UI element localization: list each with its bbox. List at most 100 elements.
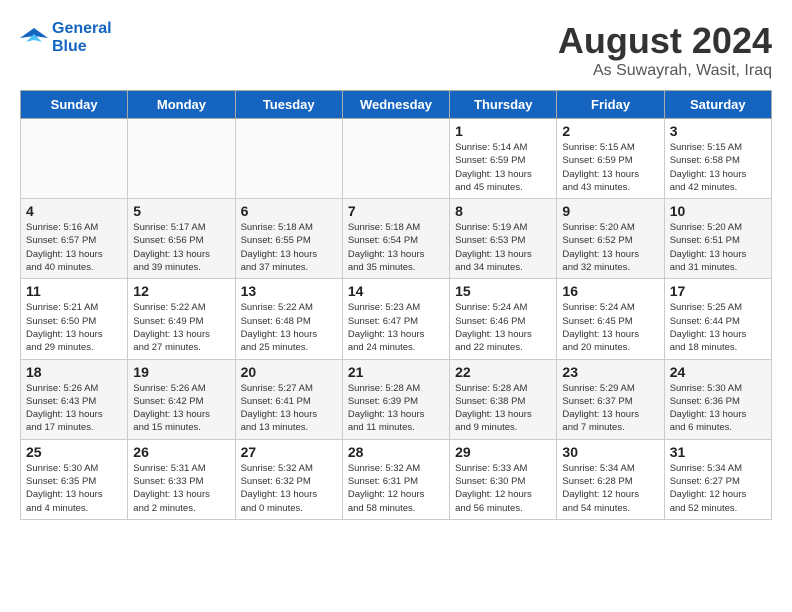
day-number: 24 [670, 364, 766, 380]
calendar-cell: 16 Sunrise: 5:24 AM Sunset: 6:45 PM Dayli… [557, 279, 664, 359]
day-info: Sunrise: 5:20 AM Sunset: 6:51 PM Dayligh… [670, 221, 766, 274]
day-number: 28 [348, 444, 444, 460]
day-number: 9 [562, 203, 658, 219]
calendar-cell [342, 119, 449, 199]
day-number: 6 [241, 203, 337, 219]
day-number: 27 [241, 444, 337, 460]
day-info: Sunrise: 5:28 AM Sunset: 6:38 PM Dayligh… [455, 382, 551, 435]
calendar-cell: 27 Sunrise: 5:32 AM Sunset: 6:32 PM Dayli… [235, 439, 342, 519]
calendar-cell: 31 Sunrise: 5:34 AM Sunset: 6:27 PM Dayli… [664, 439, 771, 519]
calendar-cell: 30Sunrise: 5:34 AM Sunset: 6:28 PM Dayli… [557, 439, 664, 519]
calendar-cell: 14 Sunrise: 5:23 AM Sunset: 6:47 PM Dayli… [342, 279, 449, 359]
day-number: 15 [455, 283, 551, 299]
day-number: 22 [455, 364, 551, 380]
day-info: Sunrise: 5:24 AM Sunset: 6:46 PM Dayligh… [455, 301, 551, 354]
calendar-cell: 3 Sunrise: 5:15 AM Sunset: 6:58 PM Daylig… [664, 119, 771, 199]
logo-icon [20, 26, 48, 50]
calendar-cell: 9 Sunrise: 5:20 AM Sunset: 6:52 PM Daylig… [557, 199, 664, 279]
day-info: Sunrise: 5:30 AM Sunset: 6:36 PM Dayligh… [670, 382, 766, 435]
calendar-cell: 20Sunrise: 5:27 AM Sunset: 6:41 PM Dayli… [235, 359, 342, 439]
day-info: Sunrise: 5:22 AM Sunset: 6:48 PM Dayligh… [241, 301, 337, 354]
day-info: Sunrise: 5:26 AM Sunset: 6:43 PM Dayligh… [26, 382, 122, 435]
calendar-cell: 2 Sunrise: 5:15 AM Sunset: 6:59 PM Daylig… [557, 119, 664, 199]
calendar-cell: 22 Sunrise: 5:28 AM Sunset: 6:38 PM Dayli… [450, 359, 557, 439]
calendar-cell [235, 119, 342, 199]
calendar-cell: 18 Sunrise: 5:26 AM Sunset: 6:43 PM Dayli… [21, 359, 128, 439]
calendar-cell: 8Sunrise: 5:19 AM Sunset: 6:53 PM Daylig… [450, 199, 557, 279]
day-info: Sunrise: 5:20 AM Sunset: 6:52 PM Dayligh… [562, 221, 658, 274]
day-info: Sunrise: 5:31 AM Sunset: 6:33 PM Dayligh… [133, 462, 229, 515]
day-info: Sunrise: 5:30 AM Sunset: 6:35 PM Dayligh… [26, 462, 122, 515]
calendar-cell: 13 Sunrise: 5:22 AM Sunset: 6:48 PM Dayli… [235, 279, 342, 359]
day-number: 7 [348, 203, 444, 219]
calendar-cell: 15 Sunrise: 5:24 AM Sunset: 6:46 PM Dayli… [450, 279, 557, 359]
calendar-cell: 29 Sunrise: 5:33 AM Sunset: 6:30 PM Dayli… [450, 439, 557, 519]
day-info: Sunrise: 5:22 AM Sunset: 6:49 PM Dayligh… [133, 301, 229, 354]
weekday-header-wednesday: Wednesday [342, 91, 449, 119]
day-number: 19 [133, 364, 229, 380]
calendar-cell: 19 Sunrise: 5:26 AM Sunset: 6:42 PM Dayli… [128, 359, 235, 439]
week-row-5: 25 Sunrise: 5:30 AM Sunset: 6:35 PM Dayli… [21, 439, 772, 519]
day-info: Sunrise: 5:24 AM Sunset: 6:45 PM Dayligh… [562, 301, 658, 354]
day-info: Sunrise: 5:14 AM Sunset: 6:59 PM Dayligh… [455, 141, 551, 194]
week-row-3: 11Sunrise: 5:21 AM Sunset: 6:50 PM Dayli… [21, 279, 772, 359]
day-info: Sunrise: 5:32 AM Sunset: 6:31 PM Dayligh… [348, 462, 444, 515]
day-number: 11 [26, 283, 122, 299]
day-number: 2 [562, 123, 658, 139]
day-number: 5 [133, 203, 229, 219]
day-info: Sunrise: 5:18 AM Sunset: 6:54 PM Dayligh… [348, 221, 444, 274]
day-info: Sunrise: 5:34 AM Sunset: 6:27 PM Dayligh… [670, 462, 766, 515]
day-info: Sunrise: 5:26 AM Sunset: 6:42 PM Dayligh… [133, 382, 229, 435]
logo-text: General Blue [52, 20, 112, 56]
day-info: Sunrise: 5:33 AM Sunset: 6:30 PM Dayligh… [455, 462, 551, 515]
day-info: Sunrise: 5:34 AM Sunset: 6:28 PM Dayligh… [562, 462, 658, 515]
weekday-header-sunday: Sunday [21, 91, 128, 119]
day-info: Sunrise: 5:17 AM Sunset: 6:56 PM Dayligh… [133, 221, 229, 274]
day-number: 14 [348, 283, 444, 299]
weekday-header-row: SundayMondayTuesdayWednesdayThursdayFrid… [21, 91, 772, 119]
calendar-cell: 4 Sunrise: 5:16 AM Sunset: 6:57 PM Daylig… [21, 199, 128, 279]
calendar-cell: 25 Sunrise: 5:30 AM Sunset: 6:35 PM Dayli… [21, 439, 128, 519]
day-info: Sunrise: 5:25 AM Sunset: 6:44 PM Dayligh… [670, 301, 766, 354]
day-number: 4 [26, 203, 122, 219]
day-info: Sunrise: 5:18 AM Sunset: 6:55 PM Dayligh… [241, 221, 337, 274]
day-number: 13 [241, 283, 337, 299]
day-number: 25 [26, 444, 122, 460]
day-info: Sunrise: 5:28 AM Sunset: 6:39 PM Dayligh… [348, 382, 444, 435]
day-number: 21 [348, 364, 444, 380]
day-info: Sunrise: 5:15 AM Sunset: 6:59 PM Dayligh… [562, 141, 658, 194]
calendar-cell: 10 Sunrise: 5:20 AM Sunset: 6:51 PM Dayli… [664, 199, 771, 279]
weekday-header-tuesday: Tuesday [235, 91, 342, 119]
day-number: 31 [670, 444, 766, 460]
day-number: 20 [241, 364, 337, 380]
calendar-cell: 21 Sunrise: 5:28 AM Sunset: 6:39 PM Dayli… [342, 359, 449, 439]
page-header: General Blue August 2024 As Suwayrah, Wa… [20, 20, 772, 80]
calendar-cell: 1 Sunrise: 5:14 AM Sunset: 6:59 PM Daylig… [450, 119, 557, 199]
day-info: Sunrise: 5:15 AM Sunset: 6:58 PM Dayligh… [670, 141, 766, 194]
day-info: Sunrise: 5:32 AM Sunset: 6:32 PM Dayligh… [241, 462, 337, 515]
calendar-cell: 28 Sunrise: 5:32 AM Sunset: 6:31 PM Dayli… [342, 439, 449, 519]
calendar-table: SundayMondayTuesdayWednesdayThursdayFrid… [20, 90, 772, 520]
week-row-1: 1 Sunrise: 5:14 AM Sunset: 6:59 PM Daylig… [21, 119, 772, 199]
day-number: 1 [455, 123, 551, 139]
day-number: 26 [133, 444, 229, 460]
day-number: 17 [670, 283, 766, 299]
day-number: 8 [455, 203, 551, 219]
day-number: 16 [562, 283, 658, 299]
calendar-cell: 6 Sunrise: 5:18 AM Sunset: 6:55 PM Daylig… [235, 199, 342, 279]
day-number: 29 [455, 444, 551, 460]
day-info: Sunrise: 5:23 AM Sunset: 6:47 PM Dayligh… [348, 301, 444, 354]
day-number: 10 [670, 203, 766, 219]
day-number: 12 [133, 283, 229, 299]
main-title: August 2024 [558, 20, 772, 62]
calendar-cell: 26 Sunrise: 5:31 AM Sunset: 6:33 PM Dayli… [128, 439, 235, 519]
day-info: Sunrise: 5:16 AM Sunset: 6:57 PM Dayligh… [26, 221, 122, 274]
calendar-cell: 5 Sunrise: 5:17 AM Sunset: 6:56 PM Daylig… [128, 199, 235, 279]
weekday-header-monday: Monday [128, 91, 235, 119]
day-number: 18 [26, 364, 122, 380]
day-info: Sunrise: 5:29 AM Sunset: 6:37 PM Dayligh… [562, 382, 658, 435]
calendar-cell: 7 Sunrise: 5:18 AM Sunset: 6:54 PM Daylig… [342, 199, 449, 279]
calendar-cell: 24 Sunrise: 5:30 AM Sunset: 6:36 PM Dayli… [664, 359, 771, 439]
day-number: 3 [670, 123, 766, 139]
logo: General Blue [20, 20, 112, 56]
